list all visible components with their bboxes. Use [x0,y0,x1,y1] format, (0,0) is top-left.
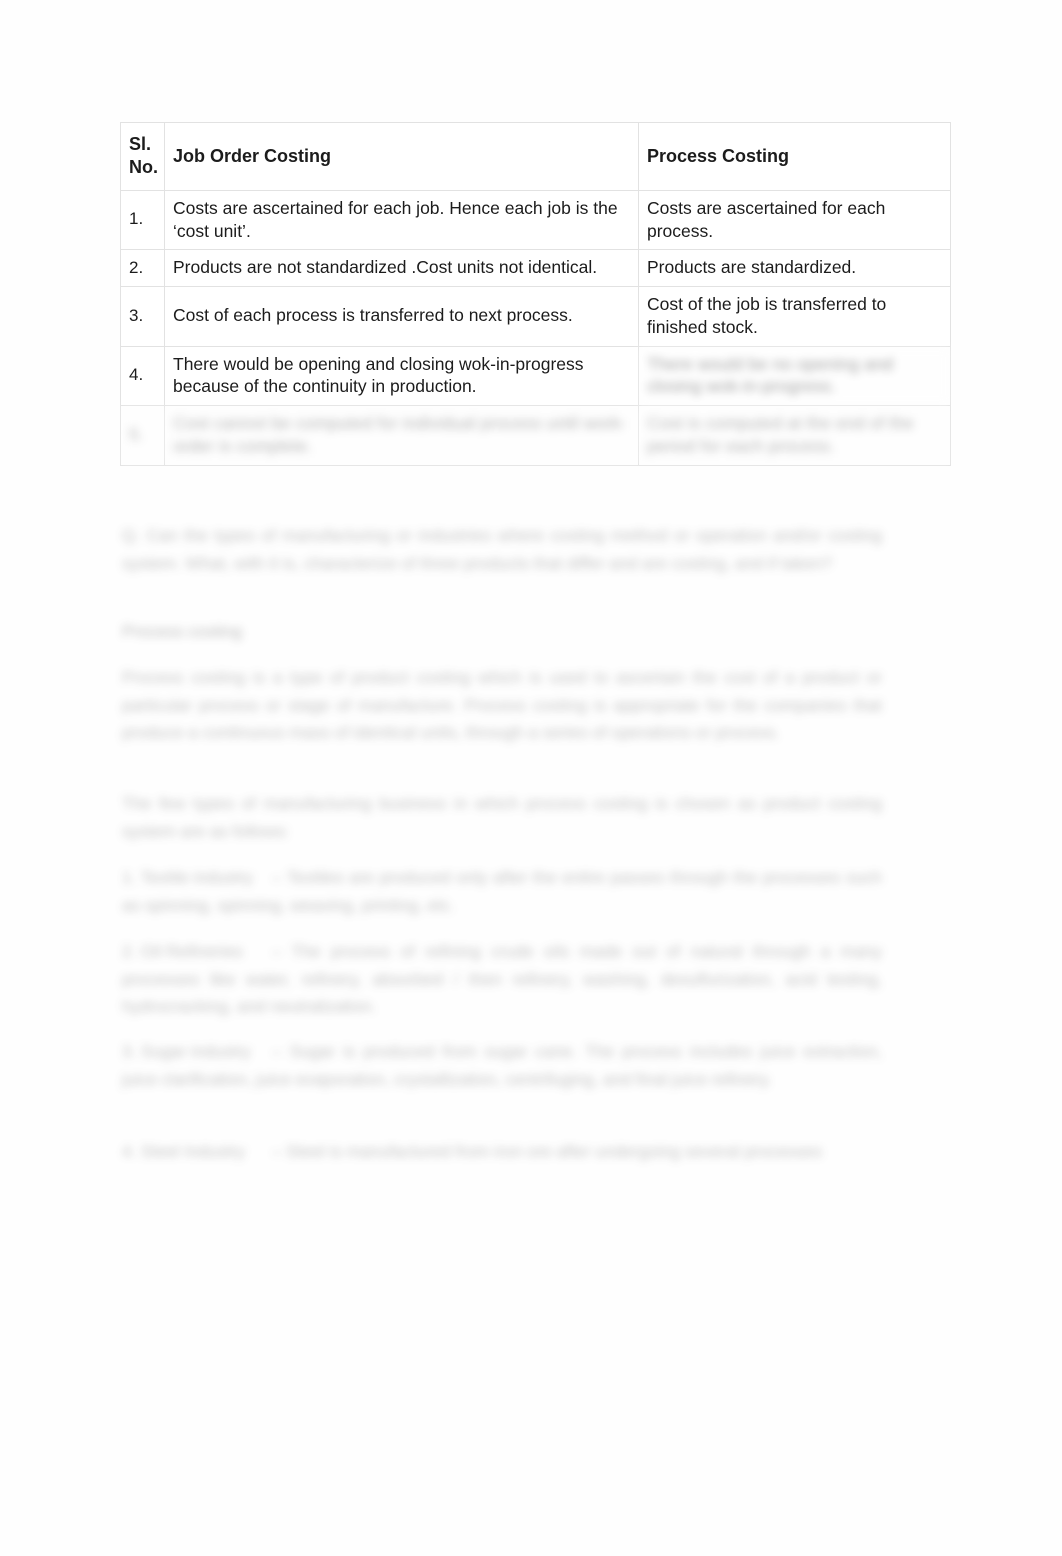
row-number: 2. [120,249,165,288]
cell-process: Costs are ascertained for each process. [638,189,951,251]
header-cell-process-costing: Process Costing [638,122,951,191]
list-item: 2. Oil Refineries – The process of refini… [122,938,882,1021]
body-question-paragraph: Q. Can the types of manufacturing or ind… [122,526,882,573]
list-item-label: 3. Sugar industry [122,1042,251,1061]
cell-job-order: Cost cannot be computed for individual p… [164,405,639,466]
list-item: 1. Textile industry – Textiles are produc… [122,864,882,919]
table-row: 2. Products are not standardized .Cost u… [120,249,951,288]
comparison-table-wrapper: Sl. No. Job Order Costing Process Costin… [120,122,951,466]
list-item: 4. Steel Industry – Steel is manufactured… [122,1138,882,1166]
list-item-text: – Steel is manufactured from iron ore af… [272,1142,822,1161]
list-item-label: 2. Oil Refineries [122,942,243,961]
cell-process: Products are standardized. [638,249,951,288]
cell-process: Cost is computed at the end of the perio… [638,405,951,466]
row-number: 5. [120,405,165,466]
body-paragraph-1: Process costing is a type of product cos… [122,668,882,743]
cell-job-order: Costs are ascertained for each job. Henc… [164,189,639,251]
cell-job-order: Cost of each process is transferred to n… [164,286,639,347]
header-serial-line2: No. [129,157,158,178]
comparison-table: Sl. No. Job Order Costing Process Costin… [120,122,951,466]
document-page: Sl. No. Job Order Costing Process Costin… [0,0,1062,1556]
row-number: 1. [120,189,165,251]
header-serial-line1: Sl. [129,134,152,154]
cell-job-order: Products are not standardized .Cost unit… [164,249,639,288]
list-item-label: 1. Textile industry [122,868,254,887]
header-cell-job-order-costing: Job Order Costing [164,122,639,191]
body-section-heading: Process costing [122,622,242,641]
body-paragraph-2: The few types of manufacturing business … [122,794,882,841]
row-number: 3. [120,286,165,347]
list-item-label: 4. Steel Industry [122,1142,245,1161]
cell-job-order: There would be opening and closing wok-i… [164,345,639,407]
cell-process: There would be no opening and closing wo… [638,345,951,407]
table-row: 4. There would be opening and closing wo… [120,345,951,407]
header-cell-serial-no: Sl. No. [120,122,165,191]
cell-process: Cost of the job is transferred to finish… [638,286,951,347]
table-row: 1. Costs are ascertained for each job. H… [120,189,951,251]
row-number: 4. [120,345,165,407]
table-row: 3. Cost of each process is transferred t… [120,286,951,347]
table-header-row: Sl. No. Job Order Costing Process Costin… [120,122,951,191]
table-row: 5. Cost cannot be computed for individua… [120,405,951,466]
list-item: 3. Sugar industry – Sugar is produced fro… [122,1038,882,1093]
